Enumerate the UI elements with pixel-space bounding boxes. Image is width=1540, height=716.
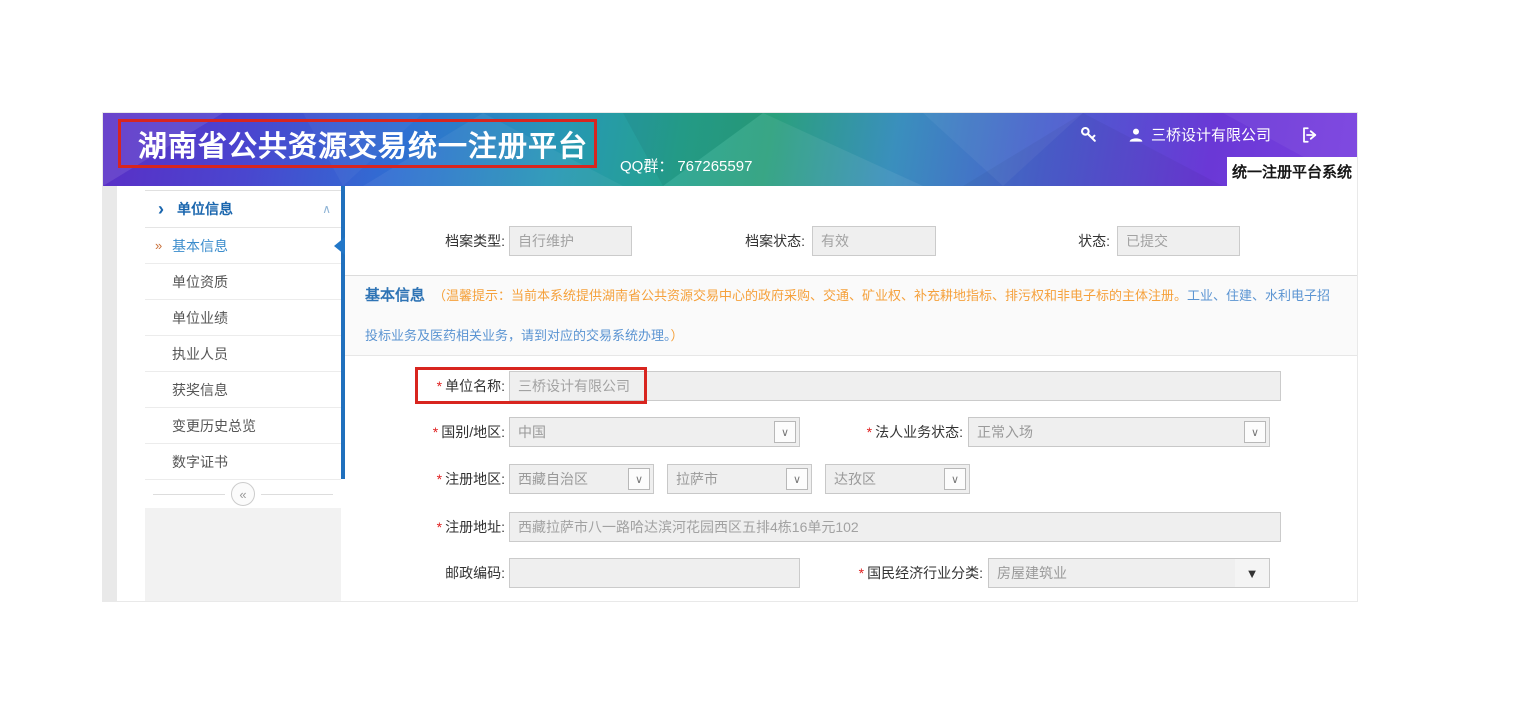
- sidebar-item-label: 数字证书: [172, 454, 228, 470]
- country-select-value: 中国: [518, 422, 546, 442]
- sidebar-category-unit-info[interactable]: › 单位信息 ∧: [145, 191, 341, 228]
- divider-line: [261, 494, 333, 495]
- unit-name-label: *单位名称:: [345, 371, 505, 401]
- header-actions: 三桥设计有限公司: [1079, 124, 1319, 145]
- page-title: 湖南省公共资源交易统一注册平台: [138, 123, 588, 165]
- sidebar-item-digital-certificate[interactable]: 数字证书: [145, 444, 341, 480]
- legal-status-select[interactable]: 正常入场 ∨: [968, 417, 1270, 447]
- sidebar-item-label: 单位业绩: [172, 310, 228, 326]
- key-icon[interactable]: [1079, 125, 1098, 144]
- industry-dropdown-value: 房屋建筑业: [997, 563, 1067, 583]
- dropdown-triangle-icon: ▼: [1235, 559, 1269, 587]
- postal-code-label: 邮政编码:: [345, 558, 505, 588]
- section-header: 基本信息 （温馨提示：当前本系统提供湖南省公共资源交易中心的政府采购、交通、矿业权…: [345, 276, 1357, 356]
- sidebar-item-label: 基本信息: [172, 238, 228, 254]
- sidebar-item-change-history[interactable]: 变更历史总览: [145, 408, 341, 444]
- country-label: *国别/地区:: [345, 417, 505, 447]
- active-pointer-icon: [334, 237, 345, 255]
- archive-type-label: 档案类型:: [345, 226, 505, 256]
- sidebar-filler: [145, 508, 341, 601]
- reg-region-label: *注册地区:: [345, 464, 505, 494]
- logout-icon[interactable]: [1301, 126, 1319, 144]
- sidebar-category-label: 单位信息: [177, 199, 322, 219]
- qq-number: 767265597: [677, 158, 752, 175]
- main-content: 档案类型: 档案状态: 状态: 基本信息 （温馨提示：当前本系统提供湖南省公共资源…: [345, 186, 1357, 601]
- active-marker-icon: »: [155, 228, 162, 264]
- app-window: 湖南省公共资源交易统一注册平台 QQ群：767265597 三桥设计有限公: [103, 113, 1357, 601]
- region-district-value: 达孜区: [834, 469, 876, 489]
- sidebar: › 单位信息 ∧ » 基本信息 单位资质 单位业绩 执业人员: [117, 186, 341, 601]
- section-hint-close: ）: [671, 328, 684, 343]
- sidebar-item-awards[interactable]: 获奖信息: [145, 372, 341, 408]
- left-gutter: [103, 186, 117, 601]
- postal-code-input[interactable]: [509, 558, 800, 588]
- sidebar-divider: [341, 186, 345, 479]
- required-marker: *: [437, 471, 442, 487]
- qq-group: QQ群：767265597: [620, 155, 756, 176]
- collapse-sidebar-button[interactable]: «: [231, 482, 255, 506]
- legal-status-label: *法人业务状态:: [785, 417, 963, 447]
- qq-label: QQ群：: [620, 158, 673, 175]
- select-chevron-icon: ∨: [628, 468, 650, 490]
- divider-line: [153, 494, 225, 495]
- sidebar-item-label: 获奖信息: [172, 382, 228, 398]
- reg-address-input[interactable]: [509, 512, 1281, 542]
- region-province-select[interactable]: 西藏自治区 ∨: [509, 464, 654, 494]
- industry-dropdown[interactable]: 房屋建筑业 ▼: [988, 558, 1270, 588]
- industry-label: *国民经济行业分类:: [765, 558, 983, 588]
- required-marker: *: [867, 424, 872, 440]
- sidebar-item-label: 执业人员: [172, 346, 228, 362]
- required-marker: *: [437, 378, 442, 394]
- title-annotation-box: 湖南省公共资源交易统一注册平台: [118, 119, 597, 168]
- select-chevron-icon: ∨: [944, 468, 966, 490]
- country-select[interactable]: 中国 ∨: [509, 417, 800, 447]
- section-title: 基本信息: [365, 287, 425, 304]
- sidebar-item-unit-performance[interactable]: 单位业绩: [145, 300, 341, 336]
- sidebar-item-basic-info[interactable]: » 基本信息: [145, 228, 341, 264]
- required-marker: *: [859, 565, 864, 581]
- tab-system[interactable]: 统一注册平台系统: [1227, 157, 1357, 186]
- sidebar-item-unit-qualification[interactable]: 单位资质: [145, 264, 341, 300]
- sidebar-item-label: 变更历史总览: [172, 418, 256, 434]
- caret-up-icon: ∧: [322, 202, 331, 216]
- sidebar-collapse-row: «: [145, 480, 341, 508]
- collapse-left-icon: «: [239, 487, 246, 502]
- archive-state-input[interactable]: [812, 226, 936, 256]
- select-chevron-icon: ∨: [1244, 421, 1266, 443]
- archive-state-label: 档案状态:: [645, 226, 805, 256]
- region-province-value: 西藏自治区: [518, 469, 588, 489]
- user-icon: [1128, 127, 1144, 143]
- header: 湖南省公共资源交易统一注册平台 QQ群：767265597 三桥设计有限公: [103, 113, 1357, 186]
- unit-name-input[interactable]: [509, 371, 1281, 401]
- section-hint-orange: （温馨提示：当前本系统提供湖南省公共资源交易中心的政府采购、交通、矿业权、补充耕…: [433, 288, 1187, 303]
- user-name: 三桥设计有限公司: [1151, 124, 1271, 145]
- sidebar-item-label: 单位资质: [172, 274, 228, 290]
- sidebar-item-practitioners[interactable]: 执业人员: [145, 336, 341, 372]
- region-city-value: 拉萨市: [676, 469, 718, 489]
- sidebar-items: » 基本信息 单位资质 单位业绩 执业人员 获奖信息 变更历史总览: [145, 228, 341, 480]
- sidebar-menu: › 单位信息 ∧ » 基本信息 单位资质 单位业绩 执业人员: [145, 190, 341, 601]
- required-marker: *: [437, 519, 442, 535]
- status-label: 状态:: [950, 226, 1110, 256]
- legal-status-select-value: 正常入场: [977, 422, 1033, 442]
- region-city-select[interactable]: 拉萨市 ∨: [667, 464, 812, 494]
- reg-address-label: *注册地址:: [345, 512, 505, 542]
- select-chevron-icon: ∨: [786, 468, 808, 490]
- status-input[interactable]: [1117, 226, 1240, 256]
- region-district-select[interactable]: 达孜区 ∨: [825, 464, 970, 494]
- chevron-right-icon: ›: [158, 200, 164, 218]
- required-marker: *: [433, 424, 438, 440]
- user-menu[interactable]: 三桥设计有限公司: [1128, 124, 1271, 145]
- archive-type-input[interactable]: [509, 226, 632, 256]
